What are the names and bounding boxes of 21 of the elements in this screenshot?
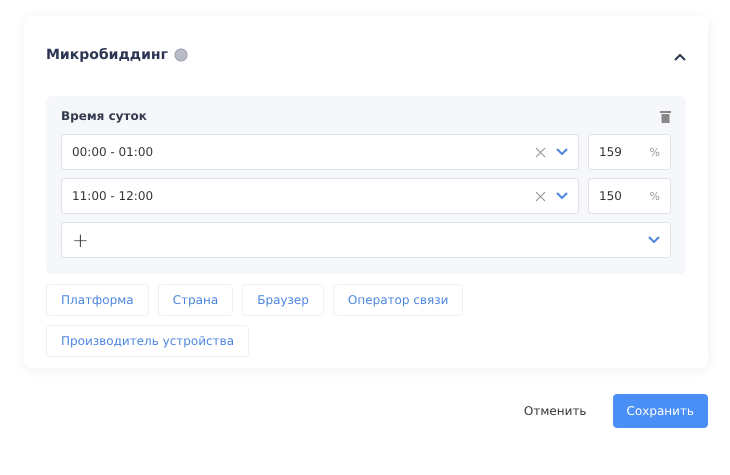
time-select[interactable]: 11:00 - 12:00 <box>61 178 579 214</box>
section-title: Микробиддинг <box>46 47 168 63</box>
cancel-button[interactable]: Отменить <box>516 396 594 426</box>
chevron-icon[interactable] <box>648 236 660 244</box>
filter-chip[interactable]: Платформа <box>46 284 149 316</box>
add-select[interactable]: + <box>61 222 671 258</box>
time-select[interactable]: 00:00 - 01:00 <box>61 134 579 170</box>
group-title: Время суток <box>61 109 147 123</box>
chevron-icon[interactable] <box>556 148 568 156</box>
chevron-icon[interactable] <box>556 192 568 200</box>
close-icon[interactable] <box>535 146 546 158</box>
collapse-icon[interactable] <box>674 52 686 60</box>
filter-chip[interactable]: Производитель устройства <box>46 325 250 357</box>
trash-icon[interactable] <box>660 110 671 122</box>
filter-chip[interactable]: Страна <box>158 284 234 316</box>
filter-chip[interactable]: Браузер <box>242 284 324 316</box>
info-icon[interactable] <box>174 48 188 62</box>
percent-field[interactable]: 150 % <box>588 178 671 214</box>
close-icon[interactable] <box>535 190 546 202</box>
filter-chip[interactable]: Оператор связи <box>332 284 464 316</box>
percent-field[interactable]: 159 % <box>588 134 671 170</box>
